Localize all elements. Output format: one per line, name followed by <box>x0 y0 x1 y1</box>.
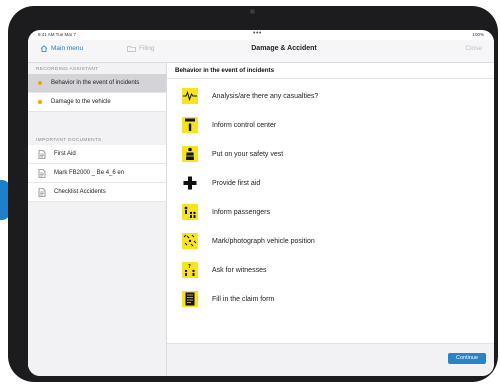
section-header: Behavior in the event of incidents <box>167 63 494 79</box>
vest-icon <box>182 146 198 162</box>
main-menu-button[interactable]: Main menu <box>40 45 83 52</box>
navigation-bar: Main menu Filing Damage & Accident Close <box>28 40 494 63</box>
svg-text:?: ? <box>188 264 191 270</box>
status-bar: 9:41 AM Tue Mar 7 ••• 100% <box>28 30 494 40</box>
recording-assistant-title: Recording assistant <box>36 67 99 72</box>
position-icon <box>182 233 198 249</box>
steps-panel: Behavior in the event of incidents Analy… <box>167 63 494 343</box>
page-title: Damage & Accident <box>251 45 317 52</box>
footer-bar: Continue <box>167 343 494 376</box>
main-menu-label: Main menu <box>51 45 84 52</box>
sidebar-item-behavior[interactable]: Behavior in the event of incidents <box>28 74 166 93</box>
step-row-vehicle-position[interactable]: Mark/photograph vehicle position <box>167 227 494 255</box>
important-documents-title: Important documents <box>36 138 102 143</box>
multitasking-dots-icon[interactable]: ••• <box>253 30 262 37</box>
document-icon <box>38 187 46 197</box>
step-row-analysis[interactable]: Analysis/are there any casualties? <box>167 82 494 110</box>
folder-icon <box>127 46 136 52</box>
step-label: Mark/photograph vehicle position <box>212 237 315 245</box>
sidebar: Recording assistant Behavior in the even… <box>28 63 167 376</box>
document-item-checklist[interactable]: Checklist Accidents <box>28 183 166 202</box>
document-icon <box>38 149 46 159</box>
step-label: Ask for witnesses <box>212 266 267 274</box>
bullet-dot-icon <box>38 81 42 85</box>
step-label: Inform control center <box>212 121 277 129</box>
sidebar-item-label: Damage to the vehicle <box>51 99 111 105</box>
step-row-claim-form[interactable]: Fill in the claim form <box>167 285 494 313</box>
step-row-control-center[interactable]: Inform control center <box>167 111 494 139</box>
continue-button[interactable]: Continue <box>448 353 486 364</box>
tablet-screen: 9:41 AM Tue Mar 7 ••• 100% Main menu Fil… <box>28 30 494 376</box>
close-button[interactable]: Close <box>465 45 482 52</box>
first-aid-cross-icon <box>182 175 198 191</box>
filing-label: Filing <box>139 45 155 52</box>
document-label: Mark FB2000 _ Be 4_6 en <box>54 170 125 176</box>
document-item-mark-fb2000[interactable]: Mark FB2000 _ Be 4_6 en <box>28 164 166 183</box>
bullet-dot-icon <box>38 100 42 104</box>
pulse-icon <box>182 88 198 104</box>
step-label: Fill in the claim form <box>212 295 275 303</box>
filing-button[interactable]: Filing <box>127 45 155 52</box>
step-row-first-aid[interactable]: Provide first aid <box>167 169 494 197</box>
home-icon <box>40 45 48 52</box>
camera-dot <box>250 9 255 14</box>
step-row-witnesses[interactable]: ? Ask for witnesses <box>167 256 494 284</box>
battery-status: 100% <box>472 32 484 37</box>
document-item-first-aid[interactable]: First Aid <box>28 145 166 164</box>
document-label: First Aid <box>54 151 76 157</box>
step-row-safety-vest[interactable]: Put on your safety vest <box>167 140 494 168</box>
form-icon <box>182 291 198 307</box>
witness-icon: ? <box>182 262 198 278</box>
document-icon <box>38 168 46 178</box>
step-row-passengers[interactable]: Inform passengers <box>167 198 494 226</box>
document-label: Checklist Accidents <box>54 189 106 195</box>
sidebar-item-damage[interactable]: Damage to the vehicle <box>28 93 166 112</box>
tablet-bezel: 9:41 AM Tue Mar 7 ••• 100% Main menu Fil… <box>8 6 498 382</box>
step-label: Put on your safety vest <box>212 150 284 158</box>
step-label: Provide first aid <box>212 179 261 187</box>
status-time: 9:41 AM Tue Mar 7 <box>38 32 77 37</box>
step-label: Analysis/are there any casualties? <box>212 92 319 100</box>
info-icon <box>182 117 198 133</box>
sidebar-item-label: Behavior in the event of incidents <box>51 80 140 86</box>
passengers-icon <box>182 204 198 220</box>
step-label: Inform passengers <box>212 208 270 216</box>
